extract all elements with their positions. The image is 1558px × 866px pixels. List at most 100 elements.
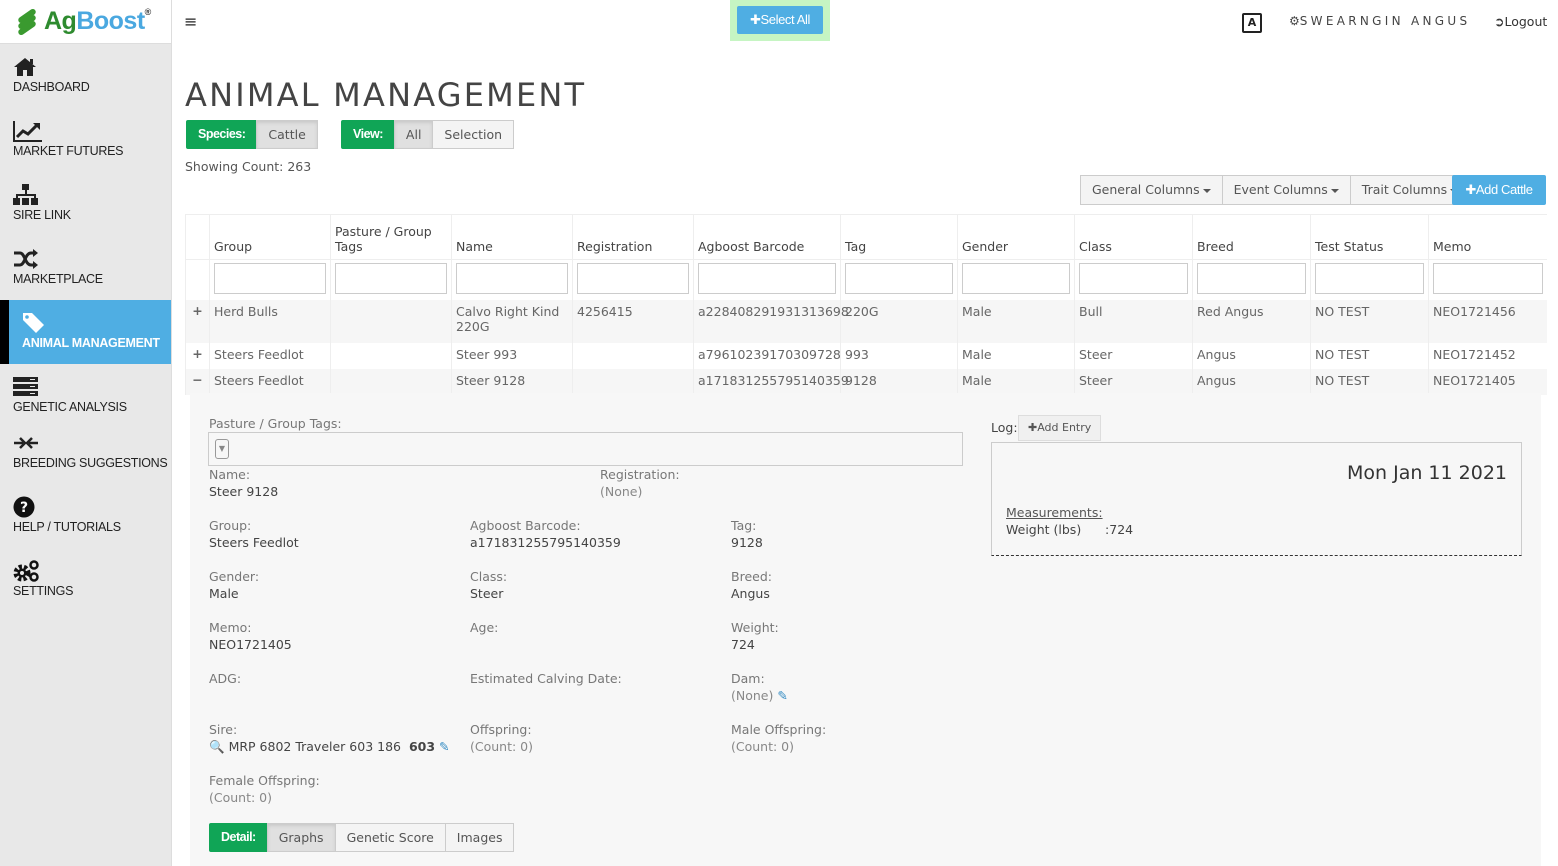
hamburger-menu-icon[interactable]: ≡ [184,12,197,31]
column-header[interactable]: Group [209,214,331,260]
filter-test-status-input[interactable] [1315,263,1424,294]
sidebar-item-animal-management[interactable]: ANIMAL MANAGEMENT [0,300,171,364]
cell-group: Herd Bulls [209,299,331,343]
column-header[interactable]: Pasture / Group Tags [330,214,452,260]
cell-test-status: NO TEST [1310,342,1429,369]
view-selector: View: All Selection [341,120,515,149]
filter-class-input[interactable] [1079,263,1188,294]
field-class: Class: Steer [470,569,508,601]
tab-graphs[interactable]: Graphs [266,823,336,852]
species-option-cattle[interactable]: Cattle [256,120,318,149]
sidebar-item-dashboard[interactable]: DASHBOARD [0,44,171,108]
sidebar-item-help-tutorials[interactable]: ? HELP / TUTORIALS [0,484,171,548]
table-row[interactable]: + Steers Feedlot Steer 993 a796102391703… [185,342,1547,369]
event-columns-dropdown[interactable]: Event Columns [1221,175,1351,205]
cell-memo: NEO1721456 [1428,299,1547,343]
log-label: Log: [991,420,1018,435]
view-option-selection[interactable]: Selection [432,120,515,149]
filter-breed-input[interactable] [1197,263,1306,294]
collapse-row-icon[interactable]: − [185,368,210,395]
view-option-all[interactable]: All [393,120,434,149]
filter-gender-input[interactable] [962,263,1070,294]
measurements-label: Measurements: [1006,505,1103,520]
cell-breed: Angus [1192,342,1311,369]
plus-icon: ✚ [1028,421,1038,434]
column-header[interactable]: Agboost Barcode [693,214,841,260]
field-adg: ADG: [209,671,242,686]
filter-barcode-input[interactable] [698,263,836,294]
sire-link[interactable]: MRP 6802 Traveler 603 186 [229,739,401,754]
user-menu[interactable]: ⚙SWEARNGIN ANGUS [1289,14,1470,28]
caret-down-icon [1202,188,1211,193]
filter-tags-input[interactable] [335,263,447,294]
column-header[interactable]: Registration [572,214,694,260]
sidebar-item-label: GENETIC ANALYSIS [13,400,127,414]
field-weight: Weight: 724 [731,620,779,652]
table-row[interactable]: + Herd Bulls Calvo Right Kind 220G 42564… [185,299,1547,343]
column-header[interactable]: Test Status [1310,214,1429,260]
filter-memo-input[interactable] [1433,263,1543,294]
expand-row-icon[interactable]: + [185,342,210,369]
select-all-button[interactable]: ✚Select All [737,6,823,34]
cell-barcode: a171831255795140359 [693,368,849,395]
agboost-logo[interactable]: AgBoost® [0,0,171,44]
filter-name-input[interactable] [456,263,568,294]
sidebar-item-settings[interactable]: SETTINGS [0,548,171,612]
search-plus-icon[interactable]: 🔍 [209,739,225,754]
sidebar-item-genetic-analysis[interactable]: GENETIC ANALYSIS [0,364,171,420]
filter-registration-input[interactable] [577,263,689,294]
column-header[interactable]: Name [451,214,573,260]
cell-gender: Male [957,368,1075,395]
cell-tags [330,368,452,395]
cell-breed: Angus [1192,368,1311,395]
tab-images[interactable]: Images [444,823,515,852]
edit-sire-icon[interactable]: ✎ [439,739,449,754]
logout-link[interactable]: ➲Logout [1494,14,1547,29]
sidebar-item-label: MARKETPLACE [13,272,103,286]
field-dam: Dam: (None) ✎ [731,671,788,703]
plus-icon: ✚ [1465,182,1476,197]
column-header[interactable]: Tag [840,214,958,260]
sidebar-item-marketplace[interactable]: MARKETPLACE [0,236,171,300]
column-header[interactable]: Breed [1192,214,1311,260]
column-header[interactable]: Gender [957,214,1075,260]
cell-name: Calvo Right Kind 220G [451,299,573,343]
showing-count: Showing Count: 263 [185,159,312,174]
filter-cell [1428,259,1547,300]
add-entry-button[interactable]: ✚Add Entry [1018,415,1102,441]
cell-tag: 993 [840,342,958,369]
sidebar-item-breeding-suggestions[interactable]: BREEDING SUGGESTIONS [0,420,171,484]
general-columns-dropdown[interactable]: General Columns [1080,175,1223,205]
home-icon [14,58,36,76]
table-row-expanded[interactable]: − Steers Feedlot Steer 9128 a17183125579… [185,368,1547,395]
column-header[interactable]: Memo [1428,214,1547,260]
expand-row-icon[interactable]: + [185,299,210,343]
cell-name: Steer 993 [451,342,573,369]
line-chart-icon [13,121,42,142]
cell-registration [572,368,694,395]
tab-genetic-score[interactable]: Genetic Score [334,823,446,852]
filter-tag-input[interactable] [845,263,953,294]
filter-group-input[interactable] [214,263,326,294]
filter-cell [1074,259,1193,300]
sidebar-item-sire-link[interactable]: SIRE LINK [0,172,171,236]
caret-down-icon [1330,188,1339,193]
column-header[interactable]: Class [1074,214,1193,260]
edit-dam-icon[interactable]: ✎ [777,688,787,703]
field-female-offspring: Female Offspring: (Count: 0) [209,773,320,805]
dropdown-triangle-icon[interactable]: ▼ [215,439,229,459]
detail-label: Detail: [209,823,268,852]
detail-tabs: Detail: Graphs Genetic Score Images [209,823,515,852]
sidebar-item-market-futures[interactable]: MARKET FUTURES [0,108,171,172]
table-header-row: Group Pasture / Group Tags Name Registra… [185,214,1547,260]
cell-registration [572,342,694,369]
sidebar-item-label: SIRE LINK [13,208,71,222]
filter-cell [1310,259,1429,300]
field-tag: Tag: 9128 [731,518,763,550]
sidebar-item-label: HELP / TUTORIALS [13,520,121,534]
field-group: Group: Steers Feedlot [209,518,299,550]
language-icon[interactable]: A [1242,13,1262,33]
pasture-tags-input[interactable]: ▼ [208,432,963,466]
cell-class: Bull [1074,299,1193,343]
add-cattle-button[interactable]: ✚Add Cattle [1452,175,1546,205]
